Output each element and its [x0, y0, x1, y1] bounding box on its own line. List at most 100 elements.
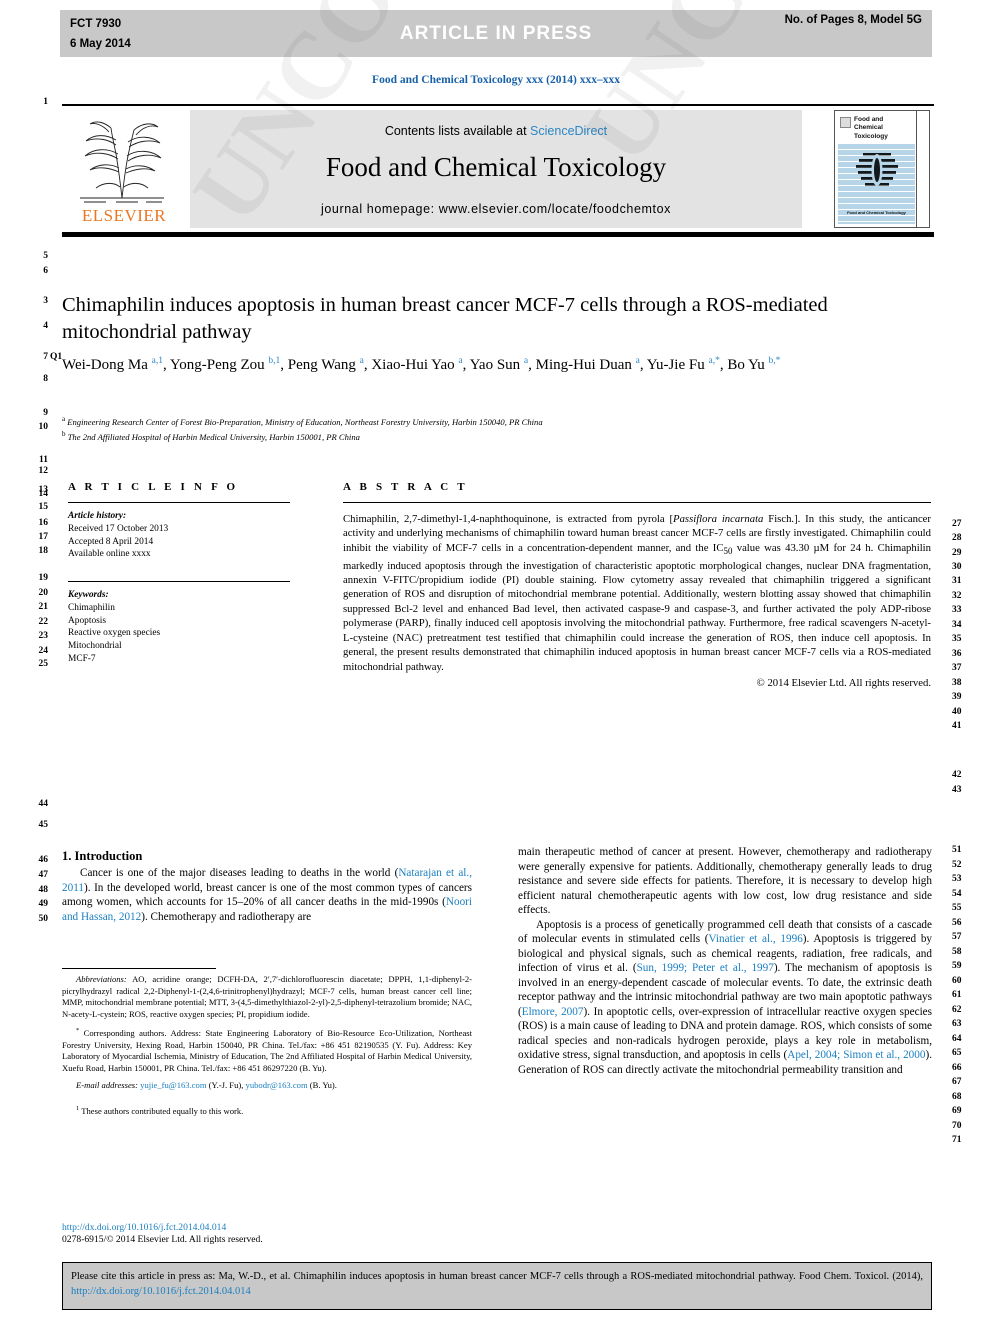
line-number: 6: [43, 266, 48, 276]
line-number: 66: [952, 1063, 962, 1073]
pages-model-label: No. of Pages 8, Model 5G: [784, 14, 922, 26]
keyword-item: MCF-7: [68, 653, 96, 664]
line-number: 45: [38, 820, 49, 830]
issn-copyright-line: 0278-6915/© 2014 Elsevier Ltd. All right…: [62, 1234, 263, 1245]
contents-available-line: Contents lists available at ScienceDirec…: [190, 124, 802, 138]
line-number: 43: [952, 785, 962, 795]
line-number: 50: [38, 914, 49, 924]
line-number: 36: [952, 649, 962, 659]
line-number: 58: [952, 947, 962, 957]
line-number: 14: [38, 489, 49, 499]
line-number: 27: [952, 519, 962, 529]
footnote-corresponding-authors: * Corresponding authors. Address: State …: [62, 1027, 472, 1074]
cover-journal-title: Food and Chemical Toxicology: [854, 116, 888, 140]
keywords-label: Keywords:: [68, 590, 109, 600]
line-number: 47: [38, 870, 49, 880]
sciencedirect-link[interactable]: ScienceDirect: [530, 124, 607, 138]
intro-left-column: Cancer is one of the major diseases lead…: [62, 867, 472, 923]
line-number: 46: [38, 855, 49, 865]
line-number: 44: [38, 799, 49, 809]
line-number: 1: [43, 97, 48, 107]
journal-homepage-line[interactable]: journal homepage: www.elsevier.com/locat…: [190, 202, 802, 216]
line-number: 59: [952, 961, 962, 971]
line-number: 18: [38, 546, 49, 556]
line-number: 38: [952, 678, 962, 688]
line-number: 29: [952, 548, 962, 558]
article-history-label: Article history:: [68, 511, 127, 521]
affiliation-b: b The 2nd Affiliated Hospital of Harbin …: [62, 430, 360, 443]
article-history: Article history: Received 17 October 201…: [68, 510, 168, 561]
line-number: 16: [38, 518, 49, 528]
line-number: 10: [38, 422, 49, 432]
line-number: 21: [38, 602, 49, 612]
line-number: 33: [952, 605, 962, 615]
running-head: Food and Chemical Toxicology xxx (2014) …: [372, 74, 620, 86]
cover-title-band: Food and Chemical Toxicology: [838, 114, 915, 144]
line-number: 71: [952, 1135, 962, 1145]
line-number: 49: [38, 899, 49, 909]
line-number: 32: [952, 591, 962, 601]
line-number: 5: [43, 251, 48, 261]
line-number: 70: [952, 1121, 962, 1131]
line-number: 7: [43, 352, 48, 362]
received-date: Received 17 October 2013: [68, 523, 169, 534]
query-tag-q1: Q1: [50, 352, 63, 362]
line-number: 4: [43, 321, 48, 331]
citation-request-box: Please cite this article in press as: Ma…: [62, 1262, 932, 1310]
author-list: Wei-Dong Ma a,1, Yong-Peng Zou b,1, Peng…: [62, 356, 781, 373]
line-number: 65: [952, 1048, 962, 1058]
cover-footer-text: Food and Chemical Toxicology: [847, 210, 906, 215]
line-number: 15: [38, 502, 49, 512]
line-number: 41: [952, 721, 962, 731]
line-number: 34: [952, 620, 962, 630]
doi-link[interactable]: http://dx.doi.org/10.1016/j.fct.2014.04.…: [62, 1222, 263, 1234]
article-in-press-label: ARTICLE IN PRESS: [399, 23, 593, 44]
cover-logo-square: [840, 117, 851, 128]
info-rule-top: [68, 502, 290, 503]
line-number: 53: [952, 874, 962, 884]
journal-title: Food and Chemical Toxicology: [325, 152, 667, 182]
line-number: 69: [952, 1106, 962, 1116]
line-number: 40: [952, 707, 962, 717]
elsevier-tree-logo: ELSEVIER: [66, 110, 178, 228]
keywords-block: Keywords: Chimaphilin Apoptosis Reactive…: [68, 589, 160, 666]
keyword-item: Apoptosis: [68, 615, 107, 626]
line-number: 37: [952, 663, 962, 673]
journal-cover-thumbnail: Food and Chemical Toxicology Food and Ch…: [834, 110, 930, 228]
footnote-emails[interactable]: E-mail addresses: yujie_fu@163.com (Y.-J…: [62, 1080, 472, 1092]
cover-artwork: Food and Chemical Toxicology Food and Ch…: [838, 114, 915, 224]
abstract-rule-top: [343, 502, 931, 503]
line-number: 24: [38, 646, 49, 656]
line-number: 12: [38, 466, 49, 476]
line-number: 23: [38, 631, 49, 641]
available-online: Available online xxxx: [68, 549, 151, 560]
line-number: 64: [952, 1034, 962, 1044]
doi-block: http://dx.doi.org/10.1016/j.fct.2014.04.…: [62, 1222, 263, 1246]
abstract-text: Chimaphilin, 2,7-dimethyl-1,4-naphthoqui…: [343, 513, 932, 673]
footnotes-block: Abbreviations: AO, acridine orange; DCFH…: [62, 974, 472, 1123]
article-status-header: FCT 7930 6 May 2014 ARTICLE IN PRESS No.…: [60, 10, 932, 57]
line-number: 8: [43, 374, 48, 384]
line-number: 57: [952, 932, 962, 942]
line-number: 3: [43, 296, 48, 306]
abstract-copyright: © 2014 Elsevier Ltd. All rights reserved…: [756, 677, 931, 690]
footnote-equal-contribution: 1 These authors contributed equally to t…: [76, 1105, 244, 1117]
line-number: 54: [952, 889, 962, 899]
citation-request-text: Please cite this article in press as: Ma…: [71, 1271, 923, 1297]
line-number: 31: [952, 576, 962, 586]
line-number: 67: [952, 1077, 962, 1087]
footnote-abbreviations: Abbreviations: AO, acridine orange; DCFH…: [62, 974, 472, 1019]
line-number: 42: [952, 770, 962, 780]
contents-prefix: Contents lists available at: [384, 124, 531, 138]
line-number: 19: [38, 573, 49, 583]
affiliations: a Engineering Research Center of Forest …: [62, 413, 872, 444]
line-number: 55: [952, 903, 962, 913]
keywords-rule-top: [68, 581, 290, 582]
line-number: 17: [38, 532, 49, 542]
line-number: 61: [952, 990, 962, 1000]
abstract-heading: A B S T R A C T: [343, 481, 468, 493]
cover-emblem-icon: [851, 148, 903, 194]
cover-spine: [916, 111, 929, 227]
masthead-center-panel: Contents lists available at ScienceDirec…: [190, 110, 802, 228]
line-number: 25: [38, 659, 49, 669]
